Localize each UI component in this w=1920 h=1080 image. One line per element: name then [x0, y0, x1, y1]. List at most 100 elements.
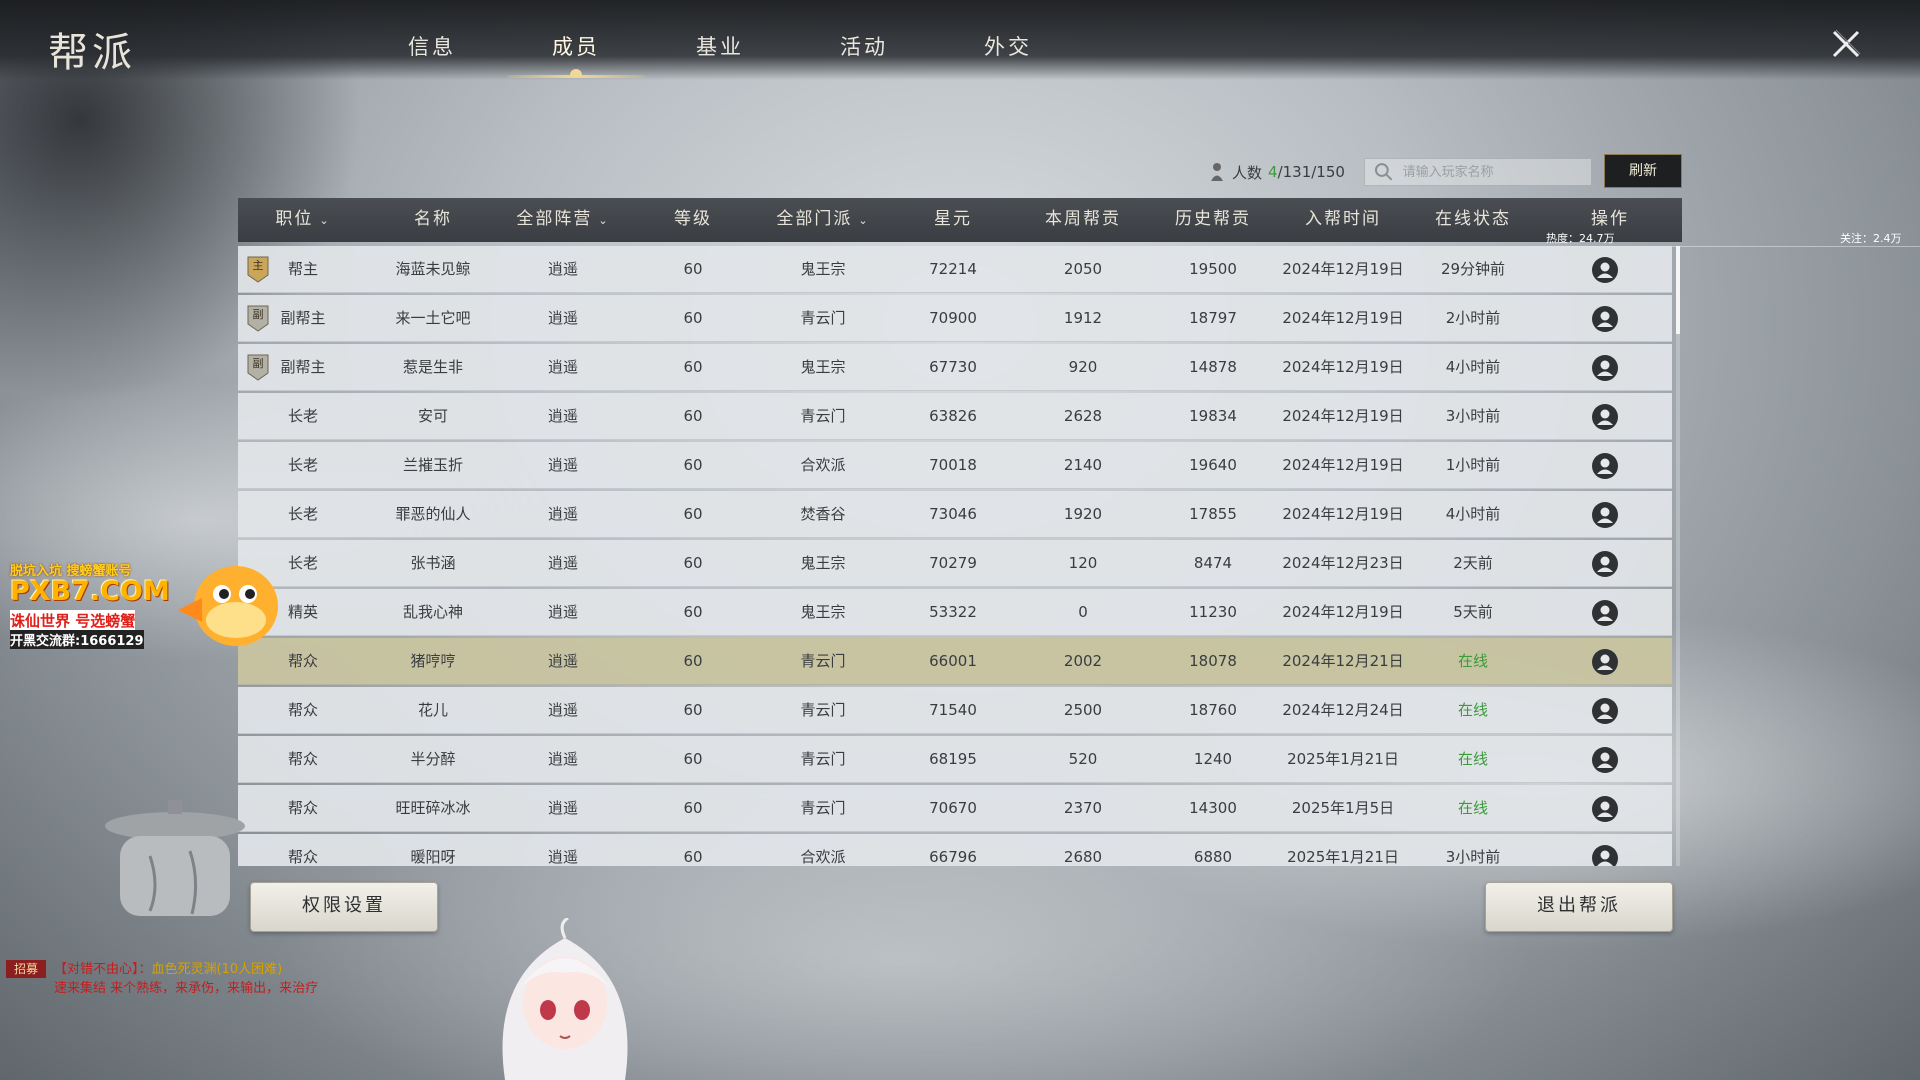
cell-join-date-text: 2025年1月21日 — [1287, 750, 1399, 768]
cell-join-date: 2024年12月19日 — [1278, 491, 1408, 537]
cell-join-date-text: 2024年12月21日 — [1282, 652, 1404, 670]
cell-total-contribution-text: 18078 — [1189, 652, 1237, 670]
member-profile-icon[interactable] — [1591, 501, 1619, 529]
close-icon[interactable] — [1826, 24, 1866, 64]
cell-total-contribution-text: 18760 — [1189, 701, 1237, 719]
cell-name-text: 暖阳呀 — [410, 848, 456, 866]
cell-rank-text: 帮主 — [287, 260, 318, 278]
header-camp[interactable]: 全部阵营 ⌄ — [498, 198, 628, 242]
cell-rank-text: 帮众 — [287, 848, 318, 866]
cell-actions — [1538, 491, 1672, 537]
chat-sender[interactable]: 【对错不由心】： — [54, 962, 152, 977]
cell-level-text: 60 — [683, 750, 703, 768]
cell-total-contribution-text: 1240 — [1193, 750, 1233, 768]
mascot-icon — [178, 566, 278, 646]
member-profile-icon[interactable] — [1591, 305, 1619, 333]
cell-name: 旺旺碎冰冰 — [368, 785, 498, 831]
tab-diplomacy[interactable]: 外交 — [936, 0, 1080, 78]
cell-sect: 青云门 — [758, 687, 888, 733]
cell-sect: 鬼王宗 — [758, 589, 888, 635]
cell-sect: 合欢派 — [758, 442, 888, 488]
table-row[interactable]: 副 副帮主 惹是生非 逍遥 60 鬼王宗 67730 920 14878 2024年12月19日 4… — [238, 344, 1672, 391]
tab-info[interactable]: 信息 — [360, 0, 504, 78]
cell-rank-text: 帮众 — [287, 799, 318, 817]
cell-name-text: 海蓝未见鲸 — [395, 260, 471, 278]
refresh-button[interactable]: 刷新 — [1604, 154, 1682, 188]
scrollbar-thumb[interactable] — [1676, 246, 1680, 334]
cell-camp-text: 逍遥 — [547, 701, 578, 719]
cell-camp: 逍遥 — [498, 246, 628, 292]
cell-online-status-text: 29分钟前 — [1440, 260, 1506, 278]
cell-level-text: 60 — [683, 260, 703, 278]
search-input[interactable] — [1400, 163, 1591, 181]
member-profile-icon[interactable] — [1591, 648, 1619, 676]
cell-sect-text: 鬼王宗 — [800, 358, 846, 376]
cell-sect-text: 青云门 — [800, 701, 846, 719]
cell-camp-text: 逍遥 — [547, 652, 578, 670]
table-row[interactable]: 帮众 暖阳呀 逍遥 60 合欢派 66796 2680 6880 2025年1月21日 3小时前 — [238, 834, 1672, 866]
cell-camp-text: 逍遥 — [547, 407, 578, 425]
cell-camp: 逍遥 — [498, 540, 628, 586]
cell-sect-text: 青云门 — [800, 652, 846, 670]
table-row[interactable]: 帮众 猪哼哼 逍遥 60 青云门 66001 2002 18078 2024年12月21日 在线 — [238, 638, 1672, 685]
table-row[interactable]: 帮众 花儿 逍遥 60 青云门 71540 2500 18760 2024年12月24日 在线 — [238, 687, 1672, 734]
cell-star: 70279 — [888, 540, 1018, 586]
follow-value: 关注：2.4万 — [1840, 232, 1902, 245]
header-rank[interactable]: 职位 ⌄ — [238, 198, 368, 242]
cell-star: 73046 — [888, 491, 1018, 537]
cell-level: 60 — [628, 785, 758, 831]
cell-total-contribution-text: 14878 — [1189, 358, 1237, 376]
table-row[interactable]: 主 帮主 海蓝未见鲸 逍遥 60 鬼王宗 72214 2050 19500 2024年12月19日… — [238, 246, 1672, 293]
member-profile-icon[interactable] — [1591, 403, 1619, 431]
table-row[interactable]: 长老 安可 逍遥 60 青云门 63826 2628 19834 2024年12月19日 3小时前 — [238, 393, 1672, 440]
stone-lantern-icon — [105, 800, 245, 916]
cell-level: 60 — [628, 442, 758, 488]
table-row[interactable]: 帮众 半分醉 逍遥 60 青云门 68195 520 1240 2025年1月21日 在线 — [238, 736, 1672, 783]
table-row[interactable]: 长老 兰摧玉折 逍遥 60 合欢派 70018 2140 19640 2024年12月19日 1小… — [238, 442, 1672, 489]
cell-online-status-text: 在线 — [1457, 750, 1488, 768]
cell-level: 60 — [628, 393, 758, 439]
cell-online-status-text: 在线 — [1457, 701, 1488, 719]
cell-online-status-text: 5天前 — [1453, 603, 1493, 621]
member-profile-icon[interactable] — [1591, 599, 1619, 627]
member-profile-icon[interactable] — [1591, 354, 1619, 382]
scrollbar[interactable] — [1676, 246, 1680, 866]
member-profile-icon[interactable] — [1591, 844, 1619, 867]
person-icon — [1211, 163, 1223, 181]
cell-rank-text: 长老 — [287, 554, 318, 572]
member-profile-icon[interactable] — [1591, 452, 1619, 480]
cell-weekly-contribution: 120 — [1018, 540, 1148, 586]
permissions-button[interactable]: 权限设置 — [250, 882, 438, 932]
table-row[interactable]: 精英 乱我心神 逍遥 60 鬼王宗 53322 0 11230 2024年12月19日 5天前 — [238, 589, 1672, 636]
cell-level-text: 60 — [683, 309, 703, 327]
table-row[interactable]: 长老 张书涵 逍遥 60 鬼王宗 70279 120 8474 2024年12月23日 2天前 — [238, 540, 1672, 587]
member-profile-icon[interactable] — [1591, 256, 1619, 284]
cell-rank-text: 帮众 — [287, 750, 318, 768]
cell-sect: 青云门 — [758, 295, 888, 341]
cell-join-date: 2024年12月19日 — [1278, 295, 1408, 341]
table-row[interactable]: 副 副帮主 来一土它吧 逍遥 60 青云门 70900 1912 18797 2024年12月19… — [238, 295, 1672, 342]
member-profile-icon[interactable] — [1591, 795, 1619, 823]
tab-activities[interactable]: 活动 — [792, 0, 936, 78]
cell-star-text: 71540 — [929, 701, 977, 719]
cell-sect: 焚香谷 — [758, 491, 888, 537]
cell-total-contribution: 19834 — [1148, 393, 1278, 439]
cell-join-date: 2024年12月19日 — [1278, 344, 1408, 390]
rank-badge-label: 副 — [252, 308, 264, 321]
cell-total-contribution: 19500 — [1148, 246, 1278, 292]
table-row[interactable]: 长老 罪恶的仙人 逍遥 60 焚香谷 73046 1920 17855 2024年12月19日 4… — [238, 491, 1672, 538]
window-title: 帮派 — [48, 30, 136, 76]
member-profile-icon[interactable] — [1591, 697, 1619, 725]
cell-actions — [1538, 295, 1672, 341]
member-profile-icon[interactable] — [1591, 550, 1619, 578]
table-row[interactable]: 帮众 旺旺碎冰冰 逍遥 60 青云门 70670 2370 14300 2025年1月5日 在线 — [238, 785, 1672, 832]
cell-rank: 帮众 — [238, 687, 368, 733]
cell-weekly-contribution: 2500 — [1018, 687, 1148, 733]
chat-highlight[interactable]: 血色死灵渊(10人困难) — [152, 962, 283, 977]
header-sect[interactable]: 全部门派 ⌄ — [758, 198, 888, 242]
tab-members[interactable]: 成员 — [504, 0, 648, 78]
exit-guild-button[interactable]: 退出帮派 — [1485, 882, 1673, 932]
member-profile-icon[interactable] — [1591, 746, 1619, 774]
tab-foundation[interactable]: 基业 — [648, 0, 792, 78]
cell-rank-text: 副帮主 — [280, 358, 326, 376]
